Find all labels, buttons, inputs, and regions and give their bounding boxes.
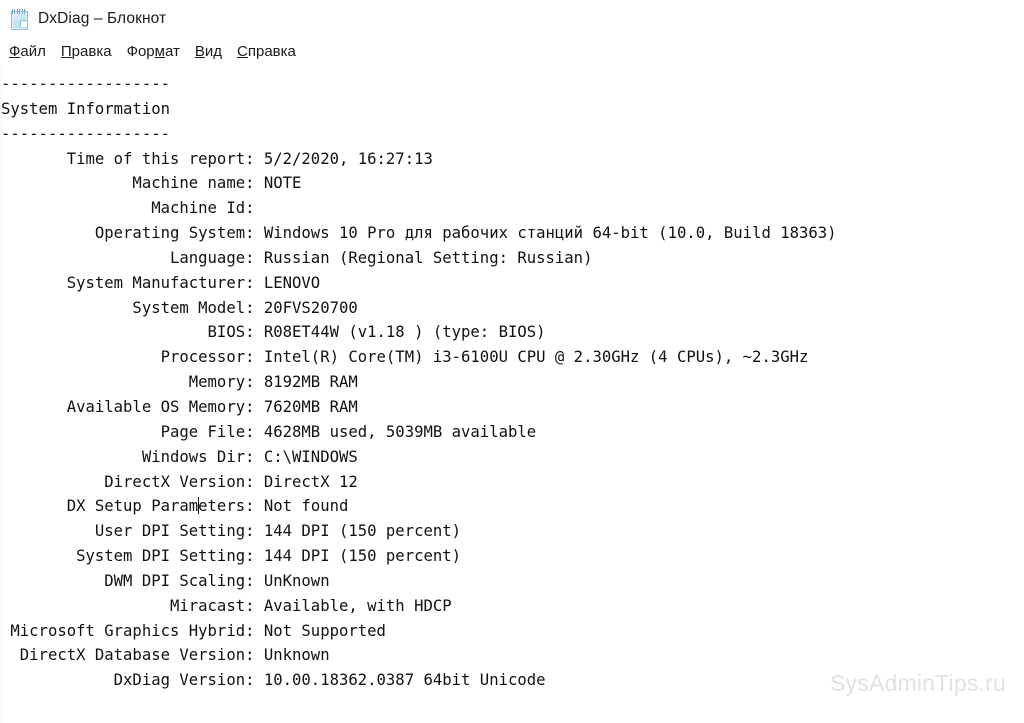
menu-item-edit[interactable]: Правка [60,43,113,60]
report-line: Machine Id: [1,199,264,218]
menu-accesskey: Ф [9,42,21,60]
report-line: System Model: 20FVS20700 [1,298,358,317]
report-line: Page File: 4628MB used, 5039MB available [1,422,537,441]
notepad-icon [9,9,29,30]
menu-accesskey: П [60,42,72,60]
report-divider: ------------------ [1,75,170,93]
report-line: System DPI Setting: 144 DPI (150 percent… [1,547,462,566]
menu-accesskey: м [154,42,165,60]
report-line: DX Setup Parameters: Not found [1,497,349,516]
window-title: DxDiag – Блокнот [38,10,167,27]
report-divider: ------------------ [1,124,170,143]
title-bar: DxDiag – Блокнот [0,0,1024,38]
report-line: Miracast: Available, with HDCP [1,596,452,615]
report-line: Machine name: NOTE [1,174,302,193]
report-line: Language: Russian (Regional Setting: Rus… [1,248,593,267]
notepad-window: DxDiag – Блокнот Файл Правка Формат Вид … [0,0,1024,723]
menu-bar: Файл Правка Формат Вид Справка [0,38,1024,64]
dxdiag-report-text[interactable]: ------------------ System Information ----… [0,72,1024,693]
report-line: Memory: 8192MB RAM [1,373,358,392]
menu-item-view[interactable]: Вид [194,43,223,60]
menu-item-help[interactable]: Справка [236,43,297,60]
report-line: DirectX Database Version: Unknown [1,646,330,665]
menu-accesskey: С [237,42,248,60]
report-line: Time of this report: 5/2/2020, 16:27:13 [1,149,433,168]
text-editor-area[interactable]: ------------------ System Information ----… [0,64,1024,723]
report-line: Windows Dir: C:\WINDOWS [1,447,358,466]
menu-accesskey: В [194,42,205,60]
report-line: System Manufacturer: LENOVO [1,273,321,292]
report-line: Microsoft Graphics Hybrid: Not Supported [1,621,386,640]
report-line: Available OS Memory: 7620MB RAM [1,397,358,416]
report-line: User DPI Setting: 144 DPI (150 percent) [1,522,462,541]
report-line: BIOS: R08ET44W (v1.18 ) (type: BIOS) [1,323,546,342]
watermark: SysAdminTips.ru [830,670,1006,696]
report-line: Processor: Intel(R) Core(TM) i3-6100U CP… [1,348,809,367]
report-line: DirectX Version: DirectX 12 [1,472,358,491]
menu-item-format[interactable]: Формат [126,43,181,60]
report-heading: System Information [1,99,170,118]
menu-item-file[interactable]: Файл [8,43,47,60]
report-line: Operating System: Windows 10 Pro для раб… [1,224,837,243]
report-line: DWM DPI Scaling: UnKnown [1,571,330,590]
text-caret [197,497,199,515]
